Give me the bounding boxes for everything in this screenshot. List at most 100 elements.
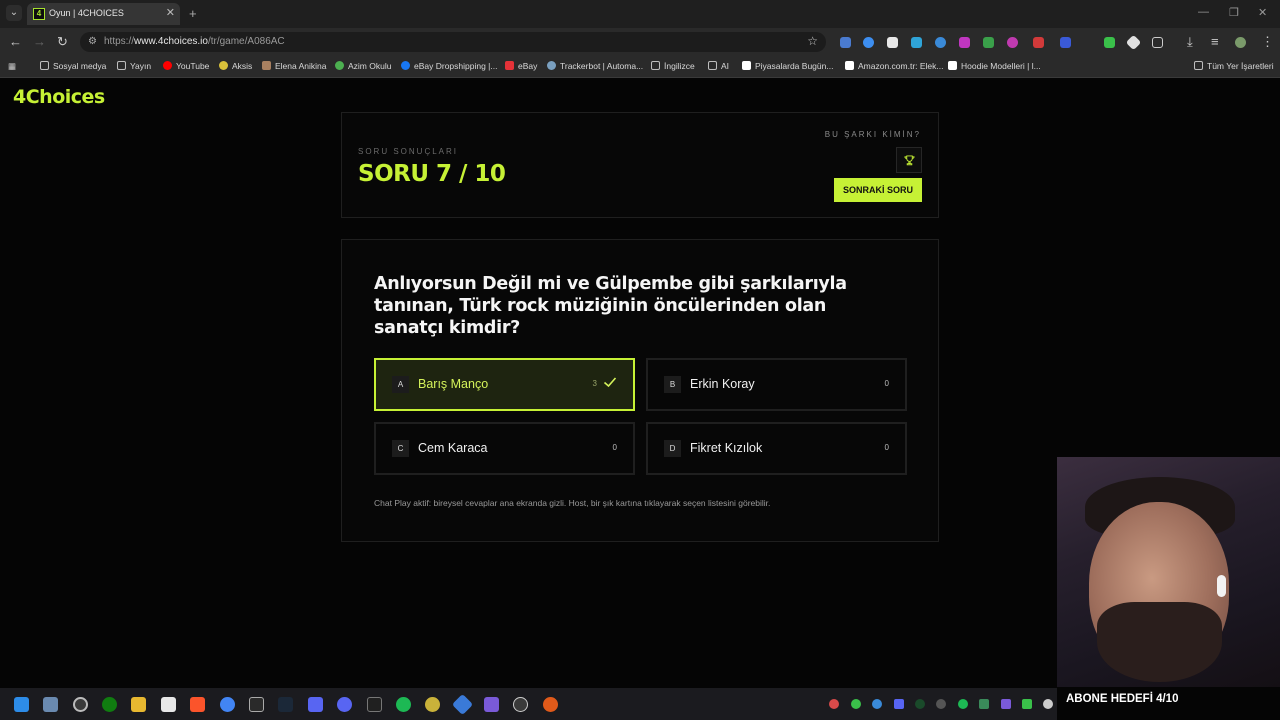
- extension-icon[interactable]: [935, 37, 946, 48]
- bookmark-item[interactable]: Amazon.com.tr: Elek...: [845, 61, 944, 71]
- option-letter: B: [664, 376, 681, 393]
- chat-play-note: Chat Play aktif: bireysel cevaplar ana e…: [374, 498, 771, 508]
- reload-icon[interactable]: ↻: [57, 34, 68, 50]
- app-icon[interactable]: [308, 697, 323, 712]
- trackerbot-icon: [547, 61, 556, 70]
- youtube-icon: [163, 61, 172, 70]
- tray-icon[interactable]: [829, 699, 839, 709]
- download-icon[interactable]: ⤓: [1187, 34, 1193, 50]
- translate-extension-icon[interactable]: [840, 37, 851, 48]
- tray-icon[interactable]: [1043, 699, 1053, 709]
- bookmark-item[interactable]: Trackerbot | Automa...: [547, 61, 643, 71]
- tab-close-icon[interactable]: ✕: [166, 6, 175, 19]
- bookmark-item[interactable]: Hoodie Modelleri | l...: [948, 61, 1041, 71]
- option-d[interactable]: D Fikret Kızılok 0: [646, 422, 907, 475]
- extension-icon[interactable]: [1104, 37, 1115, 48]
- obs-icon[interactable]: [73, 697, 88, 712]
- app-icon[interactable]: [451, 693, 474, 716]
- discord-icon[interactable]: [337, 697, 352, 712]
- tray-icon[interactable]: [1022, 699, 1032, 709]
- bookmark-item[interactable]: eBay Dropshipping |...: [401, 61, 497, 71]
- bookmark-item[interactable]: eBay: [505, 61, 537, 71]
- steam-icon[interactable]: [278, 697, 293, 712]
- app-logo[interactable]: 4Choices: [13, 86, 105, 108]
- results-eyebrow: SORU SONUÇLARI: [358, 147, 459, 156]
- photo-icon: [262, 61, 271, 70]
- tray-icon[interactable]: [915, 699, 925, 709]
- leaderboard-button[interactable]: [896, 147, 922, 173]
- bookmarks-bar: ▦ Sosyal medya Yayın YouTube Aksis Elena…: [0, 56, 1280, 78]
- bookmark-item[interactable]: Azim Okulu: [335, 61, 391, 71]
- folder-icon: [651, 61, 660, 70]
- bookmark-item[interactable]: AI: [708, 61, 729, 71]
- facebook-icon: [401, 61, 410, 70]
- extension-icon[interactable]: [1125, 34, 1142, 51]
- address-bar[interactable]: ⚙ https://www.4choices.io/tr/game/A086AC…: [80, 32, 826, 52]
- extension-icon[interactable]: [1060, 37, 1071, 48]
- extension-icon[interactable]: [1007, 37, 1018, 48]
- apps-grid-icon[interactable]: ▦: [8, 61, 16, 72]
- tray-icon[interactable]: [936, 699, 946, 709]
- amazon-icon: [845, 61, 854, 70]
- extension-icon[interactable]: [887, 37, 898, 48]
- spotify-icon[interactable]: [396, 697, 411, 712]
- bookmark-item[interactable]: Elena Anikina: [262, 61, 327, 71]
- epic-games-icon[interactable]: [249, 697, 264, 712]
- maximize-icon[interactable]: ❐: [1229, 6, 1239, 19]
- option-c[interactable]: C Cem Karaca 0: [374, 422, 635, 475]
- tray-icon[interactable]: [894, 699, 904, 709]
- next-question-button[interactable]: SONRAKİ SORU: [834, 178, 922, 202]
- tab-search-button[interactable]: ⌄: [6, 5, 22, 21]
- minimize-icon[interactable]: —: [1198, 6, 1209, 18]
- brave-icon[interactable]: [190, 697, 205, 712]
- store-icon[interactable]: [161, 697, 176, 712]
- windows-start-icon[interactable]: [14, 697, 29, 712]
- option-b[interactable]: B Erkin Koray 0: [646, 358, 907, 411]
- app-icon[interactable]: [425, 697, 440, 712]
- hoodie-icon: [948, 61, 957, 70]
- tray-icon[interactable]: [1001, 699, 1011, 709]
- reading-list-icon[interactable]: ≡: [1211, 34, 1219, 49]
- aksis-icon: [219, 61, 228, 70]
- option-letter: C: [392, 440, 409, 457]
- site-info-icon[interactable]: ⚙: [88, 36, 97, 47]
- new-tab-icon[interactable]: +: [189, 6, 197, 21]
- tray-icon[interactable]: [958, 699, 968, 709]
- extensions-puzzle-icon[interactable]: [1152, 37, 1163, 48]
- app-icon[interactable]: [543, 697, 558, 712]
- bookmark-item[interactable]: YouTube: [163, 61, 209, 71]
- app-icon[interactable]: [484, 697, 499, 712]
- file-explorer-icon[interactable]: [131, 697, 146, 712]
- subscriber-goal: ABONE HEDEFİ 4/10: [1066, 693, 1179, 705]
- all-bookmarks-item[interactable]: Tüm Yer İşaretleri: [1194, 61, 1274, 71]
- menu-kebab-icon[interactable]: ⋮: [1261, 34, 1274, 50]
- close-window-icon[interactable]: ✕: [1258, 6, 1267, 19]
- question-card: Anlıyorsun Değil mi ve Gülpembe gibi şar…: [341, 239, 939, 542]
- earbud-icon: [1217, 575, 1226, 597]
- browser-tab[interactable]: 4 Oyun | 4CHOICES ✕: [27, 3, 180, 25]
- bookmark-item[interactable]: Yayın: [117, 61, 151, 71]
- tray-icon[interactable]: [851, 699, 861, 709]
- extension-icon[interactable]: [911, 37, 922, 48]
- back-icon[interactable]: ←: [9, 34, 22, 49]
- tray-icon[interactable]: [872, 699, 882, 709]
- tray-icon[interactable]: [979, 699, 989, 709]
- app-icon[interactable]: [513, 697, 528, 712]
- terminal-icon[interactable]: [367, 697, 382, 712]
- task-view-icon[interactable]: [43, 697, 58, 712]
- option-vote-count: 0: [612, 443, 617, 452]
- extension-icon[interactable]: [959, 37, 970, 48]
- extension-icon[interactable]: [1033, 37, 1044, 48]
- forward-icon[interactable]: →: [33, 34, 46, 49]
- profile-avatar-icon[interactable]: [1235, 37, 1246, 48]
- extension-icon[interactable]: [983, 37, 994, 48]
- bookmark-item[interactable]: Sosyal medya: [40, 61, 106, 71]
- bookmark-star-icon[interactable]: ☆: [807, 34, 818, 48]
- bookmark-item[interactable]: İngilizce: [651, 61, 695, 71]
- bookmark-item[interactable]: Piyasalarda Bugün...: [742, 61, 833, 71]
- option-a-correct[interactable]: A Barış Manço 3: [374, 358, 635, 411]
- xbox-icon[interactable]: [102, 697, 117, 712]
- chrome-icon[interactable]: [220, 697, 235, 712]
- bookmark-item[interactable]: Aksis: [219, 61, 252, 71]
- audio-extension-icon[interactable]: [863, 37, 874, 48]
